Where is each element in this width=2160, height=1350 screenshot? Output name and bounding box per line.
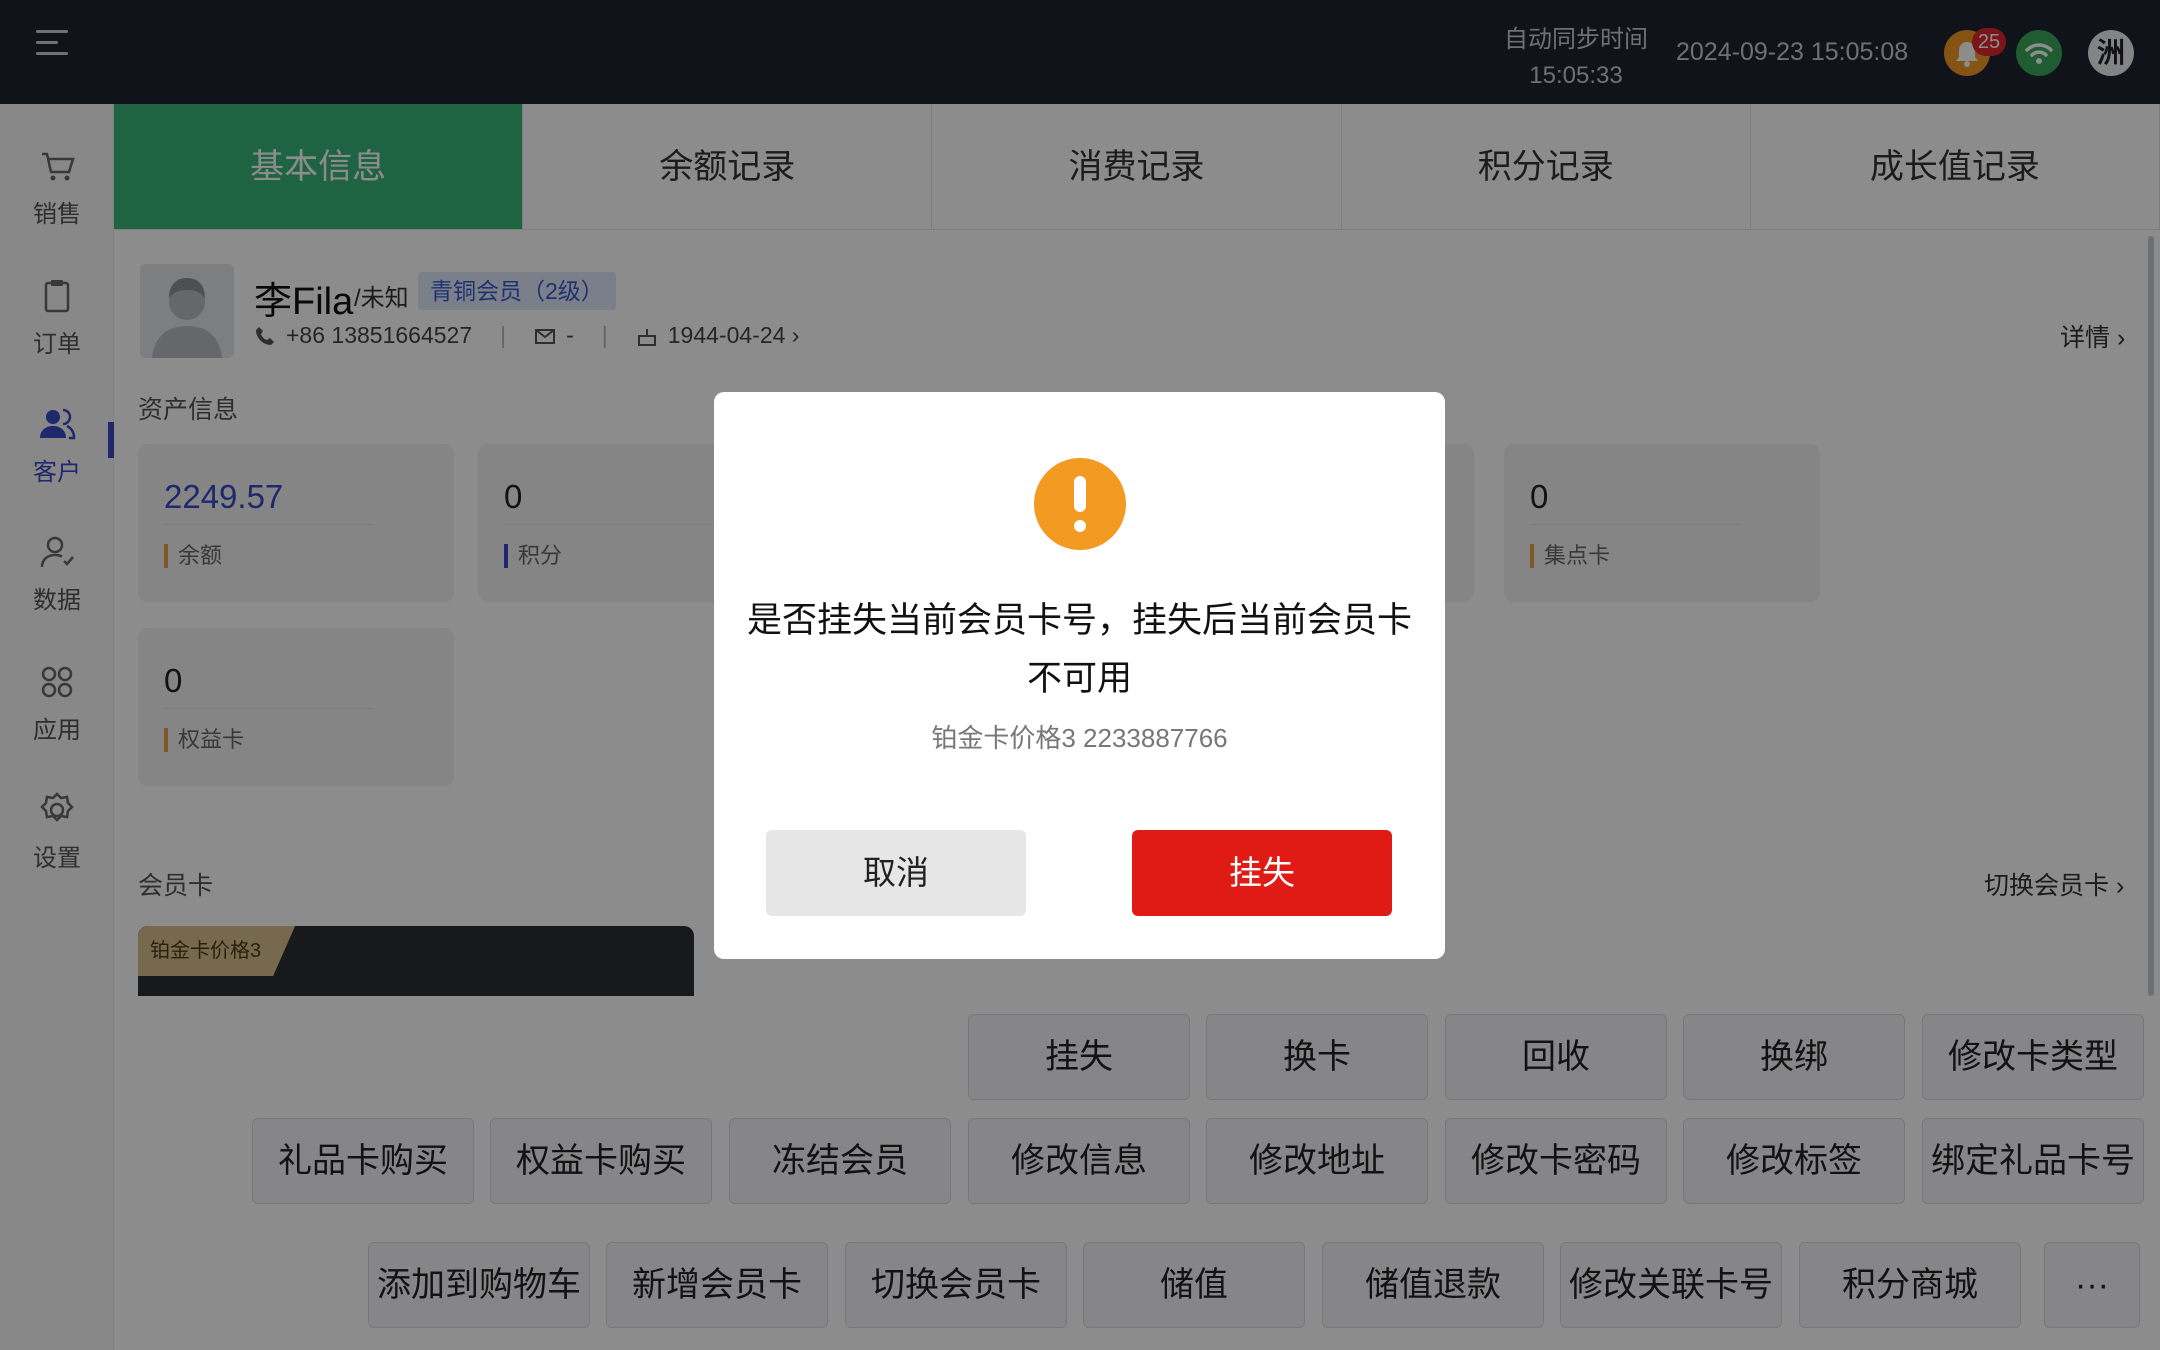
dialog-card-info: 铂金卡价格3 2233887766	[931, 723, 1228, 753]
cancel-button[interactable]: 取消	[766, 830, 1026, 916]
warning-icon	[1034, 458, 1126, 550]
confirm-report-loss-button[interactable]: 挂失	[1132, 830, 1392, 916]
confirm-dialog: 是否挂失当前会员卡号，挂失后当前会员卡不可用 铂金卡价格3 2233887766…	[714, 392, 1445, 959]
dialog-message: 是否挂失当前会员卡号，挂失后当前会员卡不可用	[746, 601, 1412, 698]
